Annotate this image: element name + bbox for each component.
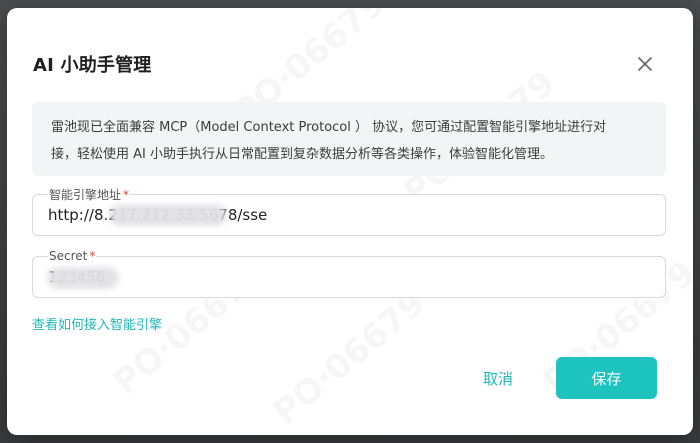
help-link[interactable]: 查看如何接入智能引擎 bbox=[32, 314, 162, 333]
save-button[interactable]: 保存 bbox=[556, 357, 657, 399]
close-button[interactable] bbox=[633, 52, 657, 76]
close-icon bbox=[638, 57, 652, 71]
redaction-blur bbox=[113, 208, 223, 222]
secret-input[interactable] bbox=[48, 266, 648, 288]
ai-assistant-dialog: PO·06679 PO·06679 PO·06679 PO·06679 PO·0… bbox=[7, 8, 693, 435]
secret-label: Secret * bbox=[48, 249, 97, 263]
redaction-blur bbox=[51, 271, 115, 285]
engine-address-label: 智能引擎地址 * bbox=[48, 188, 131, 202]
mcp-notice: 雷池现已全面兼容 MCP（Model Context Protocol ） 协议… bbox=[32, 102, 666, 176]
dialog-title: AI 小助手管理 bbox=[33, 55, 152, 76]
cancel-button[interactable]: 取消 bbox=[458, 357, 538, 399]
notice-line: 接，轻松使用 AI 小助手执行从日常配置到复杂数据分析等各类操作，体验智能化管理… bbox=[51, 147, 553, 162]
secret-field[interactable] bbox=[32, 256, 666, 298]
notice-line: 雷池现已全面兼容 MCP（Model Context Protocol ） 协议… bbox=[51, 120, 607, 135]
watermark: PO·06679 bbox=[266, 283, 433, 433]
